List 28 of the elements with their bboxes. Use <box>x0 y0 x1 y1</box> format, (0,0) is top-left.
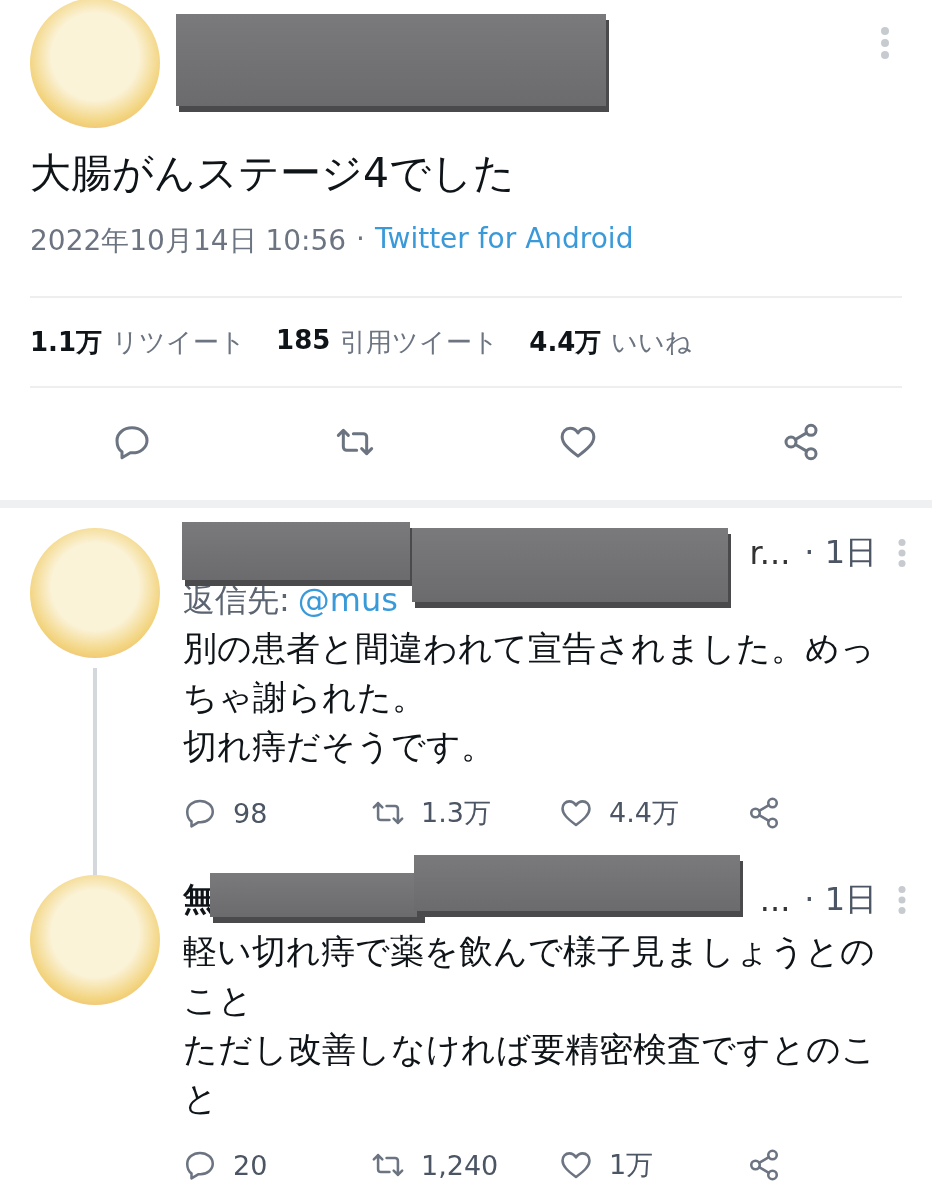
reply-text: ただし改善しなければ要精密検査ですとのこと <box>183 1028 877 1120</box>
reply-text: 軽い切れ痔で薬を飲んで様子見ましょうとのこと <box>183 930 876 1022</box>
action-count: 20 <box>233 1149 268 1181</box>
stat-label[interactable]: リツイート <box>112 324 247 360</box>
action-count: 1万 <box>609 1148 654 1182</box>
action-count: 1.3万 <box>421 796 491 830</box>
action-count: 98 <box>233 797 268 829</box>
share-icon[interactable] <box>747 796 781 830</box>
mention-link[interactable]: @mus <box>297 581 398 619</box>
stat-count: 185 <box>276 324 331 357</box>
tweet-text: 大腸がんステージ4でした <box>30 148 517 199</box>
stat-count: 4.4万 <box>529 325 602 359</box>
action-count: 4.4万 <box>609 796 679 830</box>
reply-text: 切れ痔だそうです。 <box>183 725 496 768</box>
reply-to-label: 返信先: <box>183 581 290 619</box>
stat-label[interactable]: いいね <box>611 324 693 360</box>
share-icon[interactable] <box>747 1148 781 1182</box>
reply-time: · 1日 <box>804 532 877 573</box>
separator: · <box>356 222 365 257</box>
user-name: ... <box>759 881 791 919</box>
action-count: 1,240 <box>421 1149 499 1181</box>
reply-text: 別の患者と間違われて宣告されました。めっちゃ謝られた。 <box>183 627 876 719</box>
source-link[interactable]: Twitter for Android <box>375 222 634 270</box>
reply-time: · 1日 <box>804 879 877 920</box>
user-name: r... <box>749 534 791 572</box>
stat-count: 1.1万 <box>30 325 103 359</box>
stat-label[interactable]: 引用ツイート <box>340 324 500 360</box>
tweet-date: 2022年10月14日 10:56 <box>30 223 347 259</box>
